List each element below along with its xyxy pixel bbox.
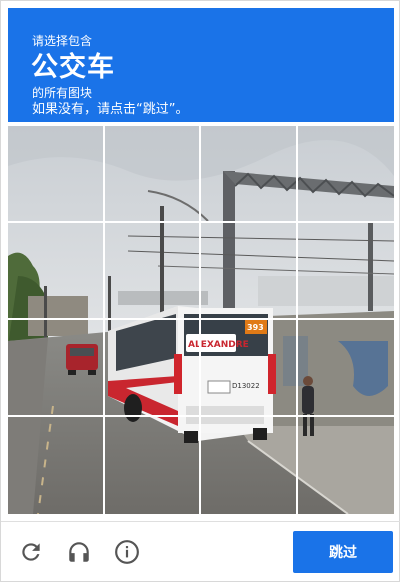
grid-tile-13[interactable] <box>8 417 105 514</box>
grid-tile-2[interactable] <box>104 126 201 223</box>
tile-grid <box>8 126 394 514</box>
skip-button[interactable]: 跳过 <box>293 531 393 573</box>
grid-tile-16[interactable] <box>298 417 395 514</box>
grid-tile-11[interactable] <box>201 320 298 417</box>
captcha-footer: 跳过 <box>1 521 400 584</box>
grid-tile-8[interactable] <box>297 223 394 320</box>
target-object-keyword: 公交车 <box>31 52 115 83</box>
instruction-line-3: 如果没有，请点击“跳过”。 <box>32 102 189 117</box>
grid-tile-12[interactable] <box>297 320 394 417</box>
info-button[interactable] <box>111 536 143 568</box>
audio-challenge-button[interactable] <box>63 536 95 568</box>
grid-tile-6[interactable] <box>104 223 201 320</box>
reload-button[interactable] <box>15 536 47 568</box>
grid-tile-10[interactable] <box>104 320 201 417</box>
info-icon <box>115 540 139 564</box>
instruction-line-2: 的所有图块 <box>32 86 93 100</box>
grid-tile-14[interactable] <box>105 417 201 514</box>
grid-tile-4[interactable] <box>297 126 394 223</box>
grid-tile-7[interactable] <box>201 223 298 320</box>
challenge-header: 请选择包含 公交车 的所有图块 如果没有，请点击“跳过”。 <box>8 8 394 122</box>
captcha-frame: 请选择包含 公交车 的所有图块 如果没有，请点击“跳过”。 ALEXANDRE … <box>0 0 400 582</box>
instruction-line-1: 请选择包含 <box>32 34 93 48</box>
grid-tile-9[interactable] <box>8 320 105 417</box>
grid-tile-1[interactable] <box>8 126 105 223</box>
reload-icon <box>22 543 40 561</box>
headphones-icon <box>69 542 89 562</box>
grid-tile-3[interactable] <box>201 126 298 223</box>
image-grid: ALEXANDRE 393 D13022 <box>8 126 394 514</box>
grid-tile-5[interactable] <box>8 223 105 320</box>
grid-tile-15[interactable] <box>201 417 298 514</box>
